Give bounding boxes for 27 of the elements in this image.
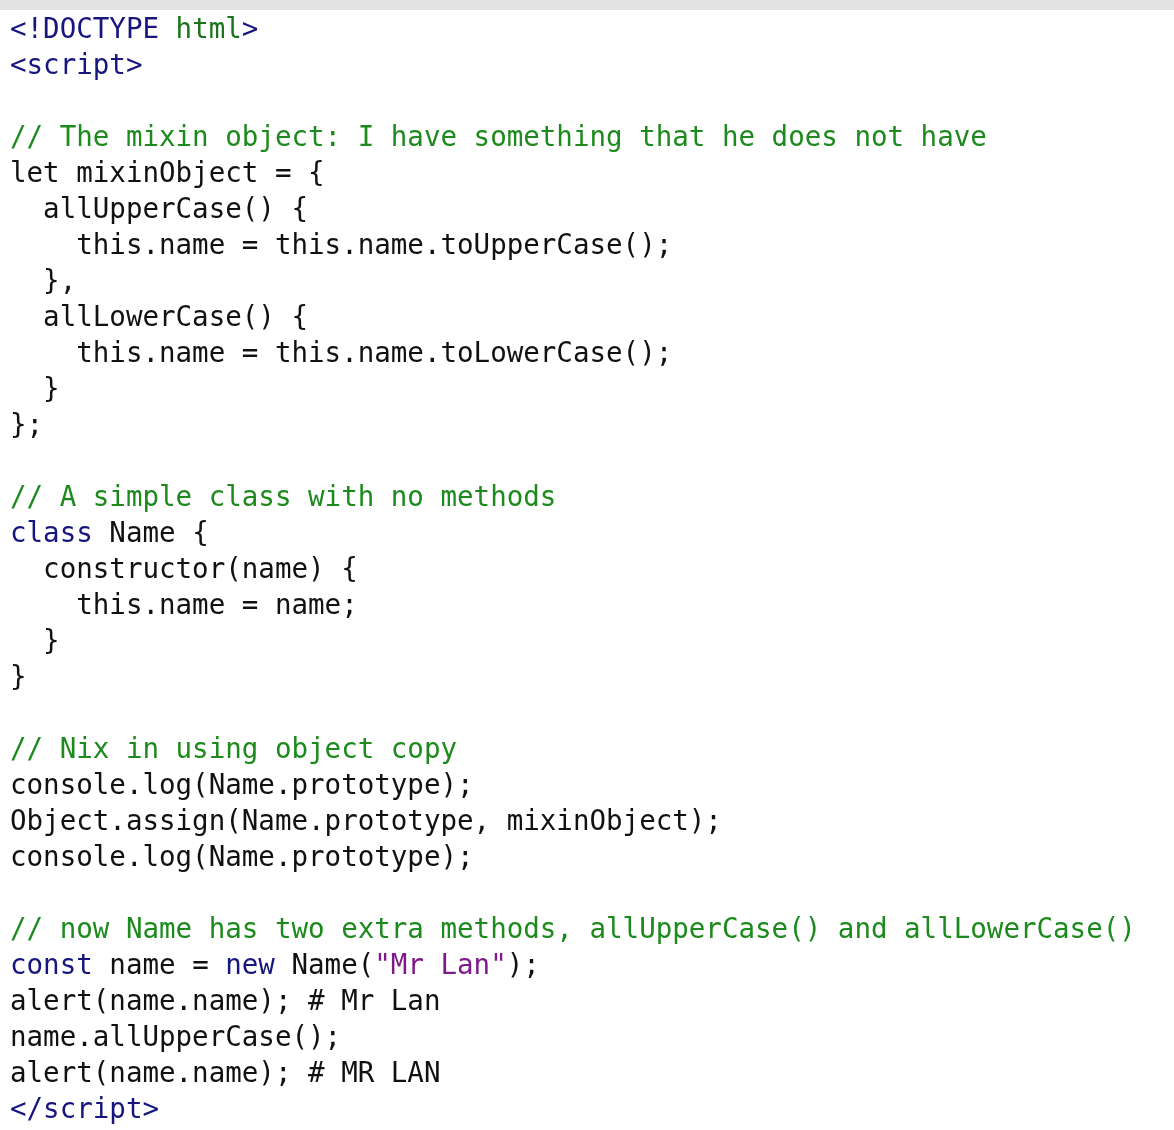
code-line: } [42,371,60,406]
code-line: <!DOCTYPE html> [10,11,259,46]
code-line: this.name = this.name.toUpperCase(); [75,227,673,262]
code-line: Object.assign(Name.prototype, mixinObject); [10,803,722,838]
code-line: // The mixin object: I have something that he does not have [10,119,987,154]
code-line: this.name = name; [75,587,358,622]
code-line: console.log(Name.prototype); [10,767,474,802]
code-line: </script> [10,1091,159,1126]
code-line: // now Name has two extra methods, allUpperCase() and allLowerCase() [10,911,1136,946]
code-line: // Nix in using object copy [10,731,458,766]
code-line: console.log(Name.prototype); [10,839,474,874]
code-line: }; [10,407,44,442]
code-line: alert(name.name); # MR LAN [10,1055,441,1090]
code-line: this.name = this.name.toLowerCase(); [75,335,673,370]
code-line: class Name { [10,515,209,550]
code-line: } [42,623,60,658]
code-line: }, [42,263,77,298]
code-line: allLowerCase() { [42,299,308,334]
code-line: const name = new Name("Mr Lan"); [10,947,540,982]
code-line: // A simple class with no methods [10,479,557,514]
code-line: let mixinObject = { [10,155,325,190]
code-line: name.allUpperCase(); [10,1019,342,1054]
code-line: allUpperCase() { [42,191,308,226]
code-line: constructor(name) { [42,551,358,586]
code-line: } [10,659,27,694]
code-line: alert(name.name); # Mr Lan [10,983,441,1018]
code-line: <script> [10,47,143,82]
